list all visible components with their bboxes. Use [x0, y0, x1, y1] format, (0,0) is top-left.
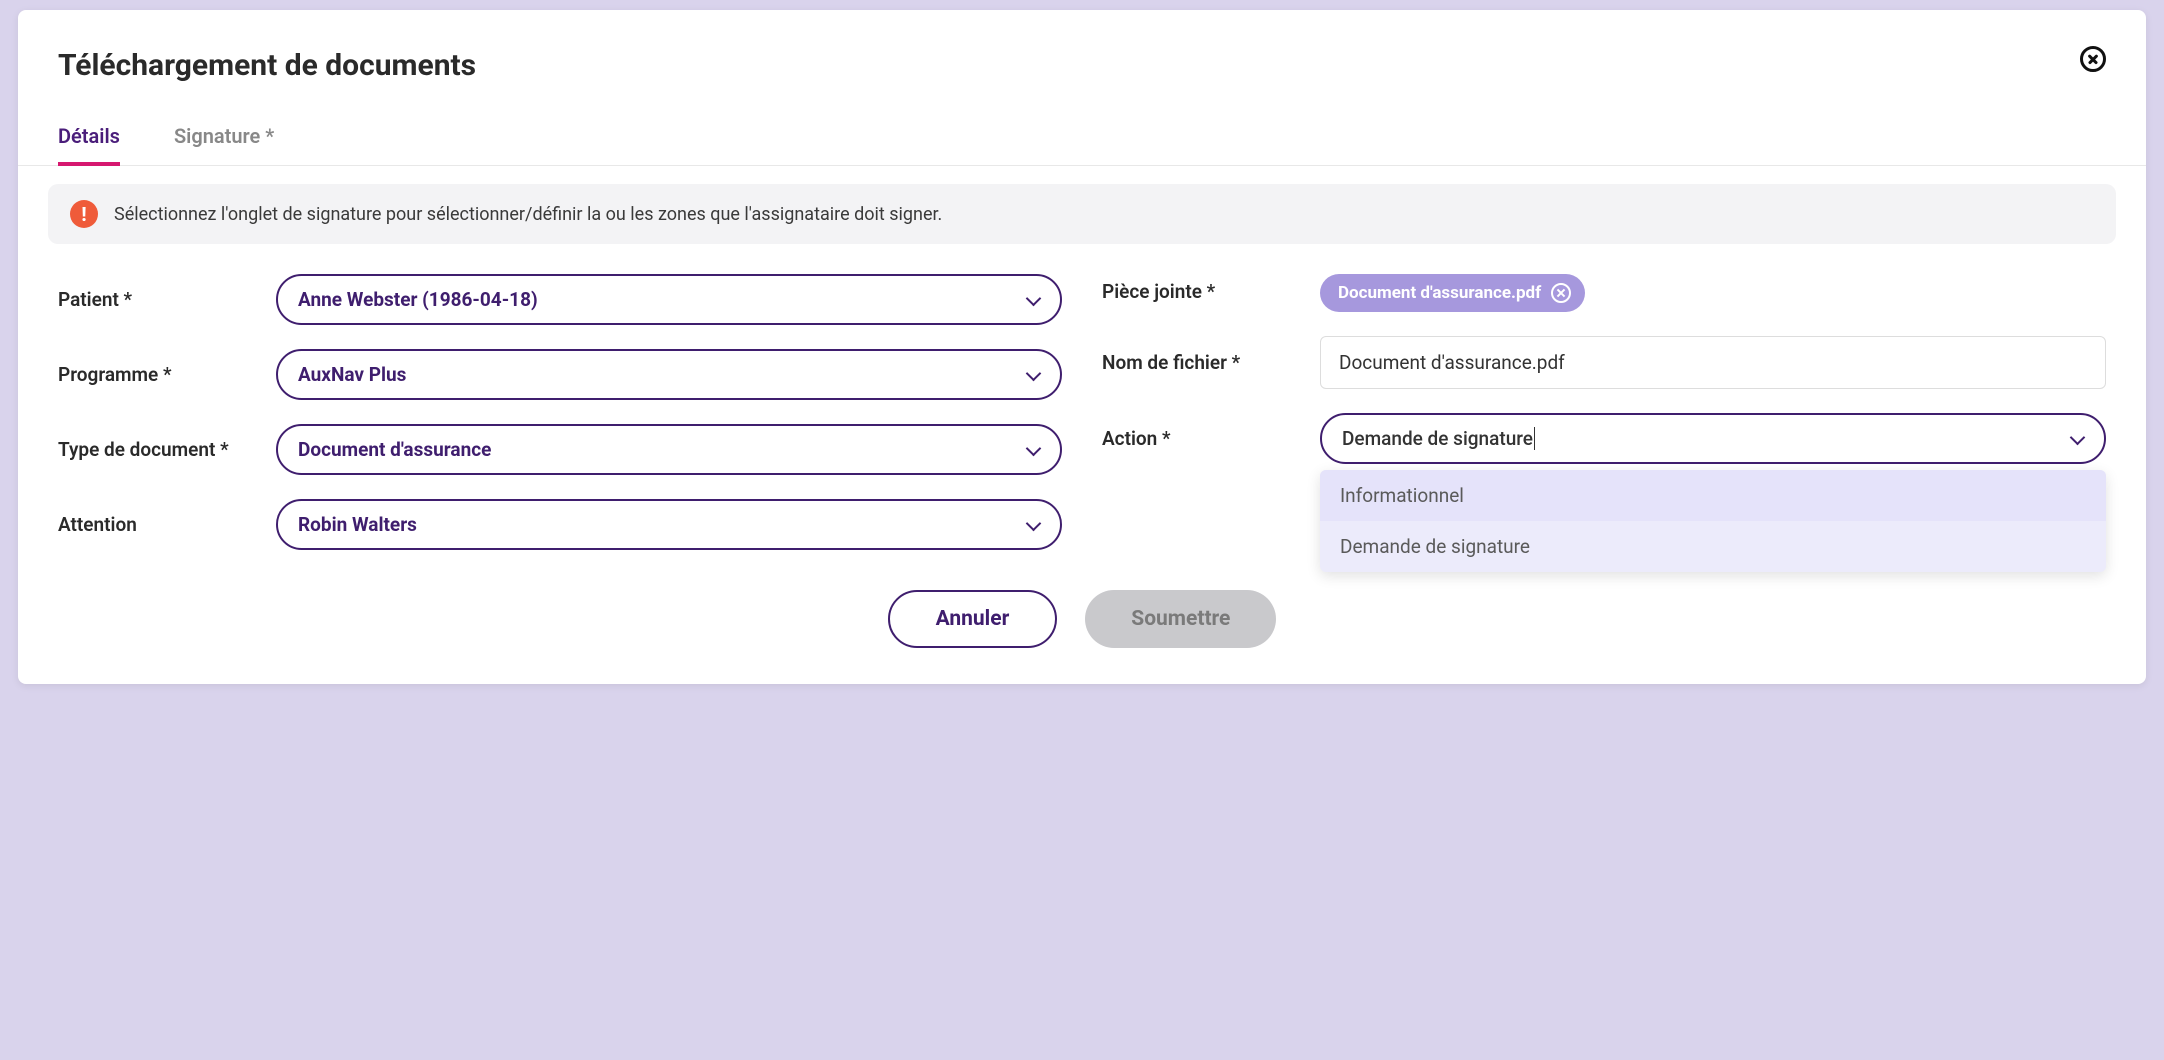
- action-option-informationnel[interactable]: Informationnel: [1320, 470, 2106, 521]
- attention-value: Robin Walters: [298, 513, 417, 536]
- right-column: Pièce jointe * Document d'assurance.pdf …: [1102, 274, 2106, 550]
- attention-row: Attention Robin Walters: [58, 499, 1062, 550]
- filename-row: Nom de fichier *: [1102, 336, 2106, 389]
- modal-title: Téléchargement de documents: [58, 48, 476, 83]
- attachment-chip: Document d'assurance.pdf: [1320, 274, 1585, 312]
- signature-alert: ! Sélectionnez l'onglet de signature pou…: [48, 184, 2116, 244]
- attachment-label: Pièce jointe *: [1102, 274, 1302, 303]
- modal-buttons: Annuler Soumettre: [18, 560, 2146, 684]
- action-label: Action *: [1102, 427, 1302, 450]
- doctype-label: Type de document *: [58, 438, 258, 461]
- remove-attachment-icon[interactable]: [1551, 283, 1571, 303]
- chevron-down-icon: [1026, 443, 1040, 457]
- programme-select[interactable]: AuxNav Plus: [276, 349, 1062, 400]
- attachment-chip-text: Document d'assurance.pdf: [1338, 283, 1541, 303]
- patient-row: Patient * Anne Webster (1986-04-18): [58, 274, 1062, 325]
- patient-value: Anne Webster (1986-04-18): [298, 288, 538, 311]
- patient-label: Patient *: [58, 288, 258, 311]
- chevron-down-icon: [1026, 518, 1040, 532]
- filename-label: Nom de fichier *: [1102, 351, 1302, 374]
- chevron-down-icon: [1026, 368, 1040, 382]
- tab-details[interactable]: Détails: [58, 124, 120, 166]
- action-value: Demande de signature: [1342, 427, 1535, 450]
- close-icon[interactable]: [2080, 46, 2106, 72]
- attention-select[interactable]: Robin Walters: [276, 499, 1062, 550]
- alert-icon: !: [70, 200, 98, 228]
- programme-value: AuxNav Plus: [298, 363, 406, 386]
- doctype-value: Document d'assurance: [298, 438, 491, 461]
- modal-header: Téléchargement de documents: [18, 10, 2146, 83]
- doctype-row: Type de document * Document d'assurance: [58, 424, 1062, 475]
- alert-text: Sélectionnez l'onglet de signature pour …: [114, 204, 942, 225]
- action-select[interactable]: Demande de signature: [1320, 413, 2106, 464]
- tabs: Détails Signature *: [18, 83, 2146, 166]
- programme-row: Programme * AuxNav Plus: [58, 349, 1062, 400]
- form-grid: Patient * Anne Webster (1986-04-18) Prog…: [18, 244, 2146, 560]
- tab-signature[interactable]: Signature *: [174, 124, 274, 166]
- action-dropdown: Informationnel Demande de signature: [1320, 470, 2106, 572]
- doctype-select[interactable]: Document d'assurance: [276, 424, 1062, 475]
- attention-label: Attention: [58, 513, 258, 536]
- attachment-row: Pièce jointe * Document d'assurance.pdf: [1102, 274, 2106, 312]
- chevron-down-icon: [2070, 432, 2084, 446]
- action-option-demande-signature[interactable]: Demande de signature: [1320, 521, 2106, 572]
- cancel-button[interactable]: Annuler: [888, 590, 1058, 648]
- filename-input[interactable]: [1320, 336, 2106, 389]
- action-row: Action * Demande de signature Informatio…: [1102, 413, 2106, 464]
- patient-select[interactable]: Anne Webster (1986-04-18): [276, 274, 1062, 325]
- left-column: Patient * Anne Webster (1986-04-18) Prog…: [58, 274, 1062, 550]
- programme-label: Programme *: [58, 363, 258, 386]
- chevron-down-icon: [1026, 293, 1040, 307]
- action-select-wrapper: Demande de signature Informationnel Dema…: [1320, 413, 2106, 464]
- upload-documents-modal: Téléchargement de documents Détails Sign…: [18, 10, 2146, 684]
- submit-button[interactable]: Soumettre: [1085, 590, 1276, 648]
